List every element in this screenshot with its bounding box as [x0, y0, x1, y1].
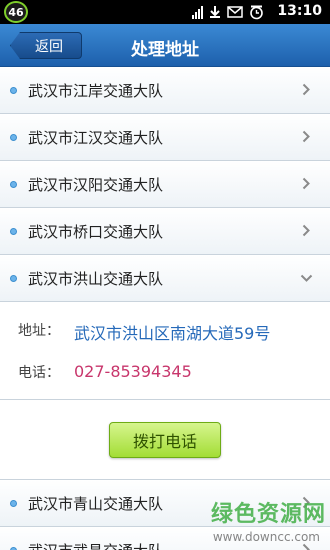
- dial-phone-button[interactable]: 拨打电话: [109, 421, 221, 458]
- title-bar: 返回 处理地址: [0, 24, 330, 67]
- bullet-icon: [10, 499, 17, 507]
- dial-button-area: 拨打电话: [0, 400, 330, 480]
- phone-line: 电话： 027-85394345: [18, 362, 330, 404]
- list-item[interactable]: 武汉市桥口交通大队: [0, 208, 330, 255]
- bullet-icon: [10, 86, 17, 94]
- chevron-right-icon: [302, 224, 310, 237]
- download-icon: [210, 6, 220, 18]
- station-detail: 地址： 武汉市洪山区南湖大道59号 电话： 027-85394345: [0, 302, 330, 400]
- address-label: 地址：: [18, 323, 60, 339]
- list-item[interactable]: 武汉市汉阳交通大队: [0, 161, 330, 208]
- watermark-url: www.downcc.com: [212, 530, 320, 544]
- status-icons: [192, 4, 264, 20]
- message-icon: [227, 6, 243, 18]
- chevron-right-icon: [302, 177, 310, 190]
- chevron-right-icon: [302, 83, 310, 96]
- chevron-down-icon: [300, 274, 313, 282]
- phone-value[interactable]: 027-85394345: [74, 362, 192, 381]
- address-value[interactable]: 武汉市洪山区南湖大道59号: [74, 320, 270, 344]
- list-item-label: 武汉市江汉交通大队: [28, 128, 164, 147]
- chevron-right-icon: [302, 130, 310, 143]
- list-item-expanded[interactable]: 武汉市洪山交通大队: [0, 255, 330, 302]
- station-list: 武汉市江岸交通大队 武汉市江汉交通大队 武汉市汉阳交通大队 武汉市桥口交通大队 …: [0, 67, 330, 550]
- address-line: 地址： 武汉市洪山区南湖大道59号: [18, 320, 330, 362]
- list-item[interactable]: 武汉市江岸交通大队: [0, 67, 330, 114]
- bullet-icon: [10, 227, 17, 235]
- list-item-label: 武汉市桥口交通大队: [28, 222, 164, 241]
- list-item-label: 武汉市洪山交通大队: [28, 269, 164, 288]
- list-item-label: 武汉市江岸交通大队: [28, 81, 164, 100]
- bullet-icon: [10, 274, 17, 282]
- bullet-icon: [10, 180, 17, 188]
- status-bar: 46 13:10: [0, 0, 330, 24]
- list-item[interactable]: 武汉市江汉交通大队: [0, 114, 330, 161]
- bullet-icon: [10, 546, 17, 550]
- bullet-icon: [10, 133, 17, 141]
- list-item-label: 武汉市汉阳交通大队: [28, 175, 164, 194]
- chevron-right-icon: [302, 543, 310, 550]
- list-item-label: 武汉市青山交通大队: [28, 494, 164, 513]
- notification-badge: 46: [4, 1, 28, 23]
- signal-icon: [192, 5, 203, 19]
- status-time: 13:10: [277, 3, 322, 19]
- alarm-icon: [250, 5, 263, 19]
- list-item-label: 武汉市武昌交通大队: [28, 540, 163, 550]
- watermark-logo: 绿色资源网: [210, 502, 326, 527]
- page-title: 处理地址: [131, 40, 199, 60]
- phone-label: 电话：: [18, 365, 60, 381]
